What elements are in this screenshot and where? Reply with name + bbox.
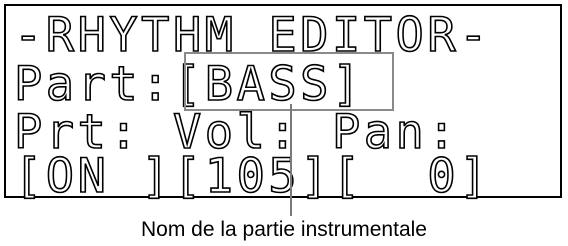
- pan-value: [ 0]: [331, 149, 491, 204]
- screen-title: -RHYTHM EDITOR-: [13, 8, 491, 63]
- lcd-display: -RHYTHM EDITOR- Part:[BASS] Prt: Vol: Pa…: [4, 4, 562, 201]
- vol-value: [105]: [172, 149, 332, 204]
- callout-caption: Nom de la partie instrumentale: [141, 218, 427, 241]
- param-values-row: [ON ][105][ 0]: [13, 152, 491, 201]
- callout-leader-line: [290, 104, 292, 216]
- part-label: Part:: [13, 57, 173, 112]
- prt-value: [ON ]: [13, 149, 173, 204]
- part-name-value: [BASS]: [172, 57, 364, 112]
- part-row: Part:[BASS]: [13, 60, 364, 109]
